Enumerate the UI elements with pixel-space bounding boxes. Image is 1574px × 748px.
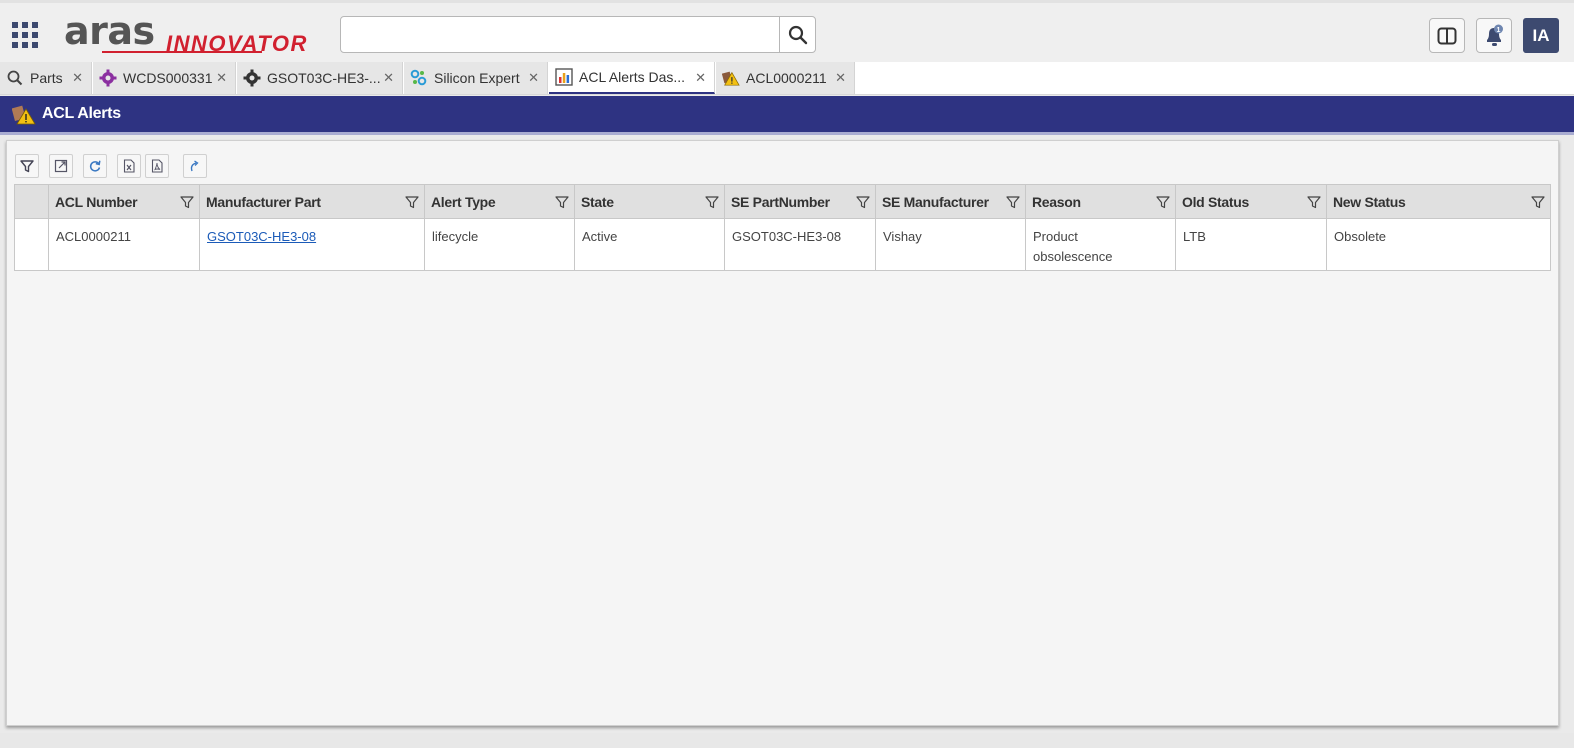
column-filter-icon[interactable]: [1531, 195, 1545, 212]
column-filter-icon[interactable]: [1006, 195, 1020, 212]
search-button[interactable]: [779, 16, 816, 53]
column-filter-icon[interactable]: [705, 195, 719, 212]
tab-gsot03c[interactable]: GSOT03C-HE3-... ✕: [237, 62, 403, 94]
split-view-button[interactable]: [1429, 18, 1465, 53]
logo-innovator-text: INNOVATOR: [166, 31, 308, 56]
refresh-icon: [89, 160, 101, 172]
column-filter-icon[interactable]: [180, 195, 194, 212]
bottom-status-bar: [0, 733, 1574, 748]
export-excel-button[interactable]: [117, 154, 141, 178]
close-tab-icon[interactable]: ✕: [528, 70, 539, 86]
content-panel: ACL Number Manufacturer Part Alert Type …: [6, 140, 1559, 726]
bell-icon: 1: [1487, 24, 1503, 46]
aras-innovator-logo[interactable]: aras INNOVATOR: [64, 9, 324, 57]
tab-acl-alerts-dashboard[interactable]: ACL Alerts Das... ✕: [549, 62, 715, 94]
tab-silicon-expert[interactable]: Silicon Expert ✕: [404, 62, 548, 94]
column-filter-icon[interactable]: [555, 195, 569, 212]
column-header-label: Old Status: [1182, 193, 1250, 210]
column-header-state[interactable]: State: [574, 184, 725, 219]
column-header-label: SE Manufacturer: [882, 193, 989, 210]
dashboard-icon: [555, 68, 573, 86]
cell-state: Active: [574, 218, 725, 271]
silicon-expert-icon: [410, 69, 428, 87]
column-filter-icon[interactable]: [405, 195, 419, 212]
logo-aras-text: aras: [64, 9, 155, 53]
acl-alerts-grid: ACL Number Manufacturer Part Alert Type …: [14, 184, 1551, 271]
cell-se-partnumber: GSOT03C-HE3-08: [724, 218, 876, 271]
tab-label: ACL Alerts Das...: [579, 69, 686, 85]
column-header-label: New Status: [1333, 193, 1406, 210]
close-tab-icon[interactable]: ✕: [695, 70, 706, 86]
tab-label: GSOT03C-HE3-...: [267, 70, 381, 86]
column-header-old-status[interactable]: Old Status: [1175, 184, 1327, 219]
external-link-icon: [54, 159, 68, 173]
close-tab-icon[interactable]: ✕: [216, 70, 227, 86]
search-icon: [6, 69, 24, 87]
tab-label: ACL0000211: [746, 70, 827, 86]
notifications-button[interactable]: 1: [1476, 18, 1512, 53]
row-selector-cell[interactable]: [14, 218, 49, 271]
app-launcher-icon[interactable]: [12, 22, 40, 48]
cell-alert-type: lifecycle: [424, 218, 575, 271]
close-tab-icon[interactable]: ✕: [72, 70, 83, 86]
cell-old-status: LTB: [1175, 218, 1327, 271]
column-header-label: Manufacturer Part: [206, 193, 321, 210]
excel-icon: [123, 159, 135, 173]
pdf-icon: [151, 159, 163, 173]
column-header-label: State: [581, 193, 614, 210]
column-header-acl-number[interactable]: ACL Number: [48, 184, 200, 219]
tab-parts[interactable]: Parts ✕: [0, 62, 92, 94]
column-header-label: SE PartNumber: [731, 193, 830, 210]
cell-reason: Product obsolescence: [1025, 218, 1176, 271]
cell-se-manufacturer: Vishay: [875, 218, 1026, 271]
page-title-bar: ACL Alerts: [0, 96, 1574, 135]
column-filter-icon[interactable]: [1156, 195, 1170, 212]
gear-purple-icon: [99, 69, 117, 87]
tab-label: Silicon Expert: [434, 70, 520, 86]
split-view-icon: [1437, 27, 1457, 44]
column-header-alert-type[interactable]: Alert Type: [424, 184, 575, 219]
column-filter-icon[interactable]: [856, 195, 870, 212]
undo-button[interactable]: [183, 154, 207, 178]
tab-wcds000331[interactable]: WCDS000331 ✕: [93, 62, 236, 94]
alert-icon: [11, 105, 36, 130]
close-tab-icon[interactable]: ✕: [835, 70, 846, 86]
notification-count: 1: [1497, 26, 1501, 33]
refresh-button[interactable]: [83, 154, 107, 178]
top-header: aras INNOVATOR 1 IA: [0, 0, 1574, 62]
filter-button[interactable]: [15, 154, 39, 178]
manufacturer-part-link[interactable]: GSOT03C-HE3-08: [207, 229, 316, 244]
column-header-label: Reason: [1032, 193, 1081, 210]
cell-new-status: Obsolete: [1326, 218, 1551, 271]
global-search-input[interactable]: [340, 16, 780, 53]
table-row[interactable]: ACL0000211 GSOT03C-HE3-08 lifecycle Acti…: [14, 218, 1551, 271]
page-title: ACL Alerts: [42, 105, 121, 122]
user-avatar[interactable]: IA: [1523, 18, 1559, 53]
open-in-new-button[interactable]: [49, 154, 73, 178]
tab-label: Parts: [30, 70, 63, 86]
close-tab-icon[interactable]: ✕: [383, 70, 394, 86]
column-header-label: Alert Type: [431, 193, 496, 210]
filter-icon: [20, 160, 34, 173]
column-header-se-manufacturer[interactable]: SE Manufacturer: [875, 184, 1026, 219]
cell-manufacturer-part: GSOT03C-HE3-08: [199, 218, 425, 271]
search-icon: [788, 25, 807, 44]
column-header-reason[interactable]: Reason: [1025, 184, 1176, 219]
column-header-manufacturer-part[interactable]: Manufacturer Part: [199, 184, 425, 219]
column-header-new-status[interactable]: New Status: [1326, 184, 1551, 219]
row-selector-header: [14, 184, 49, 219]
gear-dark-icon: [243, 69, 261, 87]
tab-bar: Parts ✕ WCDS000331 ✕ GSOT03C-HE3-... ✕ S…: [0, 62, 1574, 95]
alert-icon: [722, 69, 740, 87]
column-header-label: ACL Number: [55, 193, 138, 210]
export-pdf-button[interactable]: [145, 154, 169, 178]
tab-acl0000211[interactable]: ACL0000211 ✕: [716, 62, 855, 94]
column-filter-icon[interactable]: [1307, 195, 1321, 212]
grid-header-row: ACL Number Manufacturer Part Alert Type …: [14, 184, 1551, 219]
undo-icon: [190, 160, 199, 172]
tab-label: WCDS000331: [123, 70, 213, 86]
column-header-se-partnumber[interactable]: SE PartNumber: [724, 184, 876, 219]
cell-acl-number: ACL0000211: [48, 218, 200, 271]
